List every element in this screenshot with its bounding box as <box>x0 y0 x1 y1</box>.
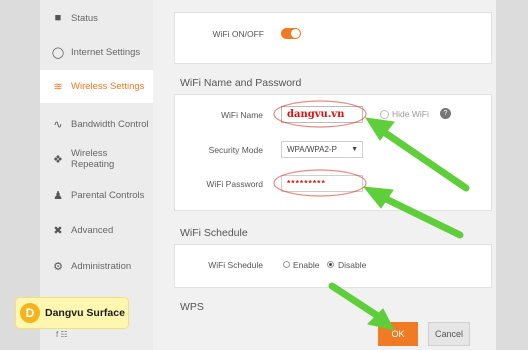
annotation-highlight-name <box>273 100 367 128</box>
annotation-highlight-password <box>273 169 367 197</box>
annotation-overlay <box>273 100 470 331</box>
annotation-arrow-password <box>374 191 464 239</box>
annotation-arrow-name <box>374 124 470 192</box>
annotation-arrow-ok <box>328 282 388 324</box>
router-admin-page: ■ Status ◯ Internet Settings ≋ Wireless … <box>0 0 528 350</box>
